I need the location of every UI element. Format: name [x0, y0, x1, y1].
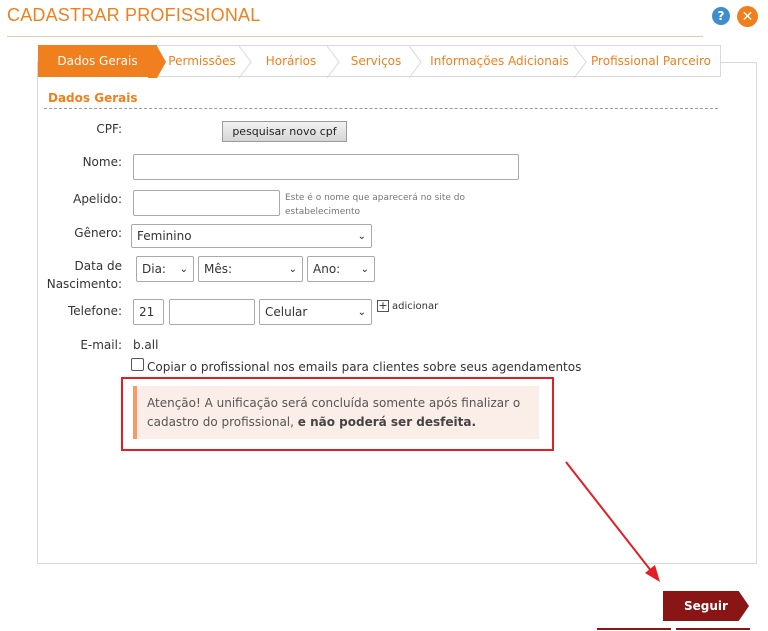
bottom-divider — [676, 628, 750, 630]
tab-label: Permissões — [168, 54, 236, 68]
dia-select[interactable]: Dia: ⌄ — [136, 256, 194, 282]
ano-value: Ano: — [313, 262, 341, 276]
email-label: E-mail: — [80, 338, 122, 352]
copy-emails-label[interactable]: Copiar o profissional nos emails para cl… — [147, 360, 581, 374]
phone-type-select[interactable]: Celular ⌄ — [259, 299, 372, 325]
nome-label: Nome: — [82, 155, 122, 169]
chevron-down-icon: ⌄ — [360, 263, 369, 275]
help-icon[interactable]: ? — [712, 7, 730, 25]
tab-label: Horários — [265, 54, 317, 68]
tab-servicos[interactable]: Serviços — [335, 45, 422, 78]
copy-emails-checkbox[interactable] — [131, 358, 144, 371]
apelido-label: Apelido: — [73, 192, 122, 206]
add-phone-link[interactable]: adicionar — [392, 301, 438, 312]
genero-value: Feminino — [137, 229, 192, 243]
genero-label: Gênero: — [74, 226, 122, 240]
phone-input[interactable] — [169, 299, 255, 325]
genero-select[interactable]: Feminino ⌄ — [131, 224, 372, 248]
telefone-label: Telefone: — [68, 304, 122, 318]
tab-label: Serviços — [350, 54, 402, 68]
page-title: CADASTRAR PROFISSIONAL — [7, 5, 261, 25]
warning-alert: Atenção! A unificação será concluída som… — [133, 386, 539, 439]
tab-dados-gerais[interactable]: Dados Gerais — [38, 45, 166, 78]
tab-permissoes[interactable]: Permissões — [157, 45, 252, 78]
plus-icon[interactable]: + — [377, 300, 389, 312]
tab-bar: Dados Gerais Permissões Horários Serviço… — [38, 45, 721, 78]
tab-label: Profissional Parceiro — [591, 54, 711, 68]
seguir-button[interactable]: Seguir — [663, 591, 749, 621]
nascimento-label-line2: Nascimento: — [46, 277, 122, 291]
nome-input[interactable] — [133, 154, 519, 180]
chevron-down-icon: ⌄ — [357, 306, 366, 318]
nascimento-label-line1: Data de — [74, 259, 122, 273]
mes-select[interactable]: Mês: ⌄ — [198, 256, 303, 282]
nascimento-label: Data de Nascimento: — [40, 257, 122, 293]
tab-label: Dados Gerais — [57, 54, 138, 68]
alert-bold-text: e não poderá ser desfeita. — [297, 415, 477, 429]
ano-select[interactable]: Ano: ⌄ — [307, 256, 375, 282]
tab-informacoes-adicionais[interactable]: Informações Adicionais — [417, 45, 587, 78]
mes-value: Mês: — [204, 262, 233, 276]
cpf-label: CPF: — [96, 122, 122, 136]
email-value: b.all — [133, 338, 159, 352]
tab-label: Informações Adicionais — [430, 54, 569, 68]
section-divider — [44, 108, 718, 109]
ddd-input[interactable]: 21 — [133, 299, 164, 325]
chevron-down-icon: ⌄ — [357, 230, 366, 242]
dia-value: Dia: — [142, 262, 166, 276]
tab-horarios[interactable]: Horários — [247, 45, 340, 78]
apelido-input[interactable] — [133, 190, 280, 216]
title-divider — [7, 36, 703, 37]
section-title: Dados Gerais — [48, 91, 138, 105]
chevron-down-icon: ⌄ — [288, 263, 297, 275]
tab-profissional-parceiro[interactable]: Profissional Parceiro — [582, 45, 721, 77]
search-cpf-button[interactable]: pesquisar novo cpf — [222, 121, 347, 142]
close-icon[interactable]: ✕ — [737, 6, 758, 27]
phone-type-value: Celular — [265, 305, 308, 319]
apelido-hint: Este é o nome que aparecerá no site do e… — [285, 193, 466, 217]
bottom-divider — [597, 628, 671, 630]
chevron-down-icon: ⌄ — [179, 263, 188, 275]
